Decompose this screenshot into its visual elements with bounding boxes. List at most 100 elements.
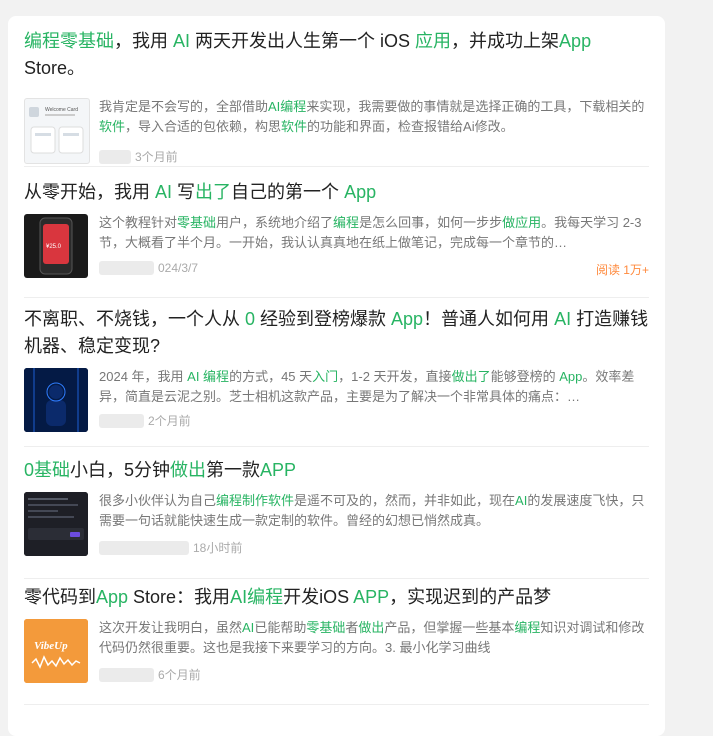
list-item[interactable]: 从零开始，我用 AI 写出了自己的第一个 App ¥25.0 这个教程针对零基础… (24, 179, 649, 298)
highlighted-keyword: 零基础 (306, 620, 346, 635)
text-segment: 从零开始，我用 (24, 182, 156, 202)
list-item[interactable]: 0基础小白，5分钟做出第一款APP 很多小伙伴认为自己编程制作软件是遥不可及的，… (24, 457, 649, 579)
text-segment: 已能帮助 (254, 620, 307, 635)
list-item[interactable]: 零代码到App Store：我用AI编程开发iOS APP，实现迟到的产品梦 V… (24, 584, 649, 705)
article-summary: 很多小伙伴认为自己编程制作软件是遥不可及的，然而，并非如此，现在AI的发展速度飞… (99, 491, 649, 531)
publish-time: 024/3/7 (158, 261, 199, 275)
author-blurred (99, 261, 154, 275)
text-segment: 的方式，45 天 (229, 369, 313, 384)
article-title[interactable]: 从零开始，我用 AI 写出了自己的第一个 App (24, 179, 639, 206)
highlighted-keyword: App (344, 182, 377, 202)
text-segment: 者 (345, 620, 359, 635)
author-blurred (99, 149, 131, 164)
text-segment: 第一款 (206, 460, 261, 480)
text-segment: 这次开发让我明白，虽然 (99, 620, 243, 635)
highlighted-keyword: AI (554, 309, 572, 329)
article-meta: 18小时前 (99, 539, 242, 556)
thumb-caption: VibeUp (34, 640, 68, 652)
text-segment: 写 (172, 182, 196, 202)
highlighted-keyword: APP (353, 587, 390, 607)
dark-editor-image (24, 492, 88, 556)
highlighted-keyword: 软件 (281, 119, 308, 134)
article-summary: 这个教程针对零基础用户，系统地介绍了编程是怎么回事，如何一步步做应用。我每天学习… (99, 213, 649, 253)
search-results-card: 编程零基础，我用 AI 两天开发出人生第一个 iOS 应用，并成功上架App S… (8, 16, 665, 736)
text-segment: 这个教程针对 (99, 215, 178, 230)
text-segment: 零代码到 (24, 587, 96, 607)
digital-figure-thumbnail[interactable] (24, 368, 88, 432)
article-summary: 这次开发让我明白，虽然AI已能帮助零基础者做出产品，但掌握一些基本编程知识对调试… (99, 618, 649, 658)
text-segment: 小白，5分钟 (70, 460, 171, 480)
text-segment: ，并成功上架 (451, 31, 560, 51)
list-item[interactable]: 编程零基础，我用 AI 两天开发出人生第一个 iOS 应用，并成功上架App S… (24, 28, 649, 167)
article-meta: 024/3/7 (99, 261, 198, 275)
highlighted-keyword: AI 编程 (187, 369, 230, 384)
text-segment: 经验到登榜爆款 (255, 309, 392, 329)
highlighted-keyword: 编程制作软件 (216, 493, 295, 508)
highlighted-keyword: 应用 (415, 31, 452, 51)
author-blurred (99, 540, 189, 555)
author-blurred (99, 667, 154, 682)
highlighted-keyword: AI编程 (230, 587, 284, 607)
text-segment: 开发iOS (283, 587, 354, 607)
highlighted-keyword: 做应用 (502, 215, 542, 230)
dark-editor-thumbnail[interactable] (24, 492, 88, 556)
text-segment: ，实现迟到的产品梦 (389, 587, 552, 607)
app-screenshot-image: Welcome Card (29, 107, 84, 154)
text-segment: 能够登榜的 (490, 369, 560, 384)
article-title[interactable]: 不离职、不烧钱，一个人从 0 经验到登榜爆款 App！普通人如何用 AI 打造赚… (24, 306, 649, 360)
text-segment: 2024 年，我用 (99, 369, 188, 384)
app-screenshot-thumbnail[interactable]: Welcome Card (24, 98, 90, 164)
text-segment: Store：我用 (128, 587, 231, 607)
phone-thumbnail[interactable]: ¥25.0 (24, 214, 88, 278)
text-segment: 是怎么回事，如何一步步 (359, 215, 503, 230)
publish-time: 3个月前 (135, 150, 178, 164)
highlighted-keyword: AI (242, 620, 255, 635)
text-segment: ，我用 (114, 31, 174, 51)
text-segment: 来实现，我需要做的事情就是选择正确的工具，下载相关的 (306, 99, 645, 114)
highlighted-keyword: APP (260, 460, 297, 480)
publish-time: 2个月前 (148, 414, 191, 428)
text-segment: ，1-2 天开发，直接 (338, 369, 452, 384)
highlighted-keyword: AI (155, 182, 173, 202)
text-segment: 我肯定是不会写的，全部借助 (99, 99, 269, 114)
highlighted-keyword: 入门 (312, 369, 339, 384)
highlighted-keyword: AI (515, 493, 528, 508)
text-segment: Store。 (24, 58, 86, 78)
thumb-caption: ¥25.0 (46, 244, 62, 250)
text-segment: 产品，但掌握一些基本 (384, 620, 515, 635)
article-summary: 2024 年，我用 AI 编程的方式，45 天入门，1-2 天开发，直接做出了能… (99, 367, 649, 407)
article-title[interactable]: 编程零基础，我用 AI 两天开发出人生第一个 iOS 应用，并成功上架App S… (24, 28, 639, 82)
text-segment: ，导入合适的包依赖，构思 (125, 119, 282, 134)
highlighted-keyword: 零基础 (177, 215, 217, 230)
highlighted-keyword: AI (173, 31, 191, 51)
text-segment: 两天开发出人生第一个 iOS (190, 31, 416, 51)
highlighted-keyword: 做出 (358, 620, 385, 635)
text-segment: 不离职、不烧钱，一个人从 (24, 309, 245, 329)
highlighted-keyword: AI编程 (268, 99, 307, 114)
text-segment: 用户，系统地介绍了 (216, 215, 334, 230)
vibe-up-logo-thumbnail[interactable]: VibeUp (24, 619, 88, 683)
article-meta: 6个月前 (99, 666, 201, 683)
highlighted-keyword: 编程 (514, 620, 541, 635)
highlighted-keyword: 编程 (333, 215, 360, 230)
highlighted-keyword: App (559, 31, 592, 51)
highlighted-keyword: 编程零基础 (24, 31, 114, 51)
highlighted-keyword: App (96, 587, 129, 607)
phone-image: ¥25.0 (39, 217, 73, 275)
text-segment: ！普通人如何用 (423, 309, 555, 329)
highlighted-keyword: App (391, 309, 424, 329)
publish-time: 6个月前 (158, 668, 201, 682)
digital-figure-image (24, 368, 88, 432)
vibe-up-logo-image: VibeUp (24, 619, 88, 683)
highlighted-keyword: 0基础 (24, 460, 71, 480)
article-title[interactable]: 0基础小白，5分钟做出第一款APP (24, 457, 639, 484)
publish-time: 18小时前 (193, 541, 243, 555)
highlighted-keyword: 软件 (99, 119, 126, 134)
article-meta: 2个月前 (99, 412, 191, 429)
article-title[interactable]: 零代码到App Store：我用AI编程开发iOS APP，实现迟到的产品梦 (24, 584, 639, 611)
text-segment: 很多小伙伴认为自己 (99, 493, 217, 508)
thumb-caption: Welcome Card (45, 107, 78, 113)
author-blurred (99, 413, 144, 428)
highlighted-keyword: 做出 (170, 460, 207, 480)
list-item[interactable]: 不离职、不烧钱，一个人从 0 经验到登榜爆款 App！普通人如何用 AI 打造赚… (24, 306, 649, 447)
